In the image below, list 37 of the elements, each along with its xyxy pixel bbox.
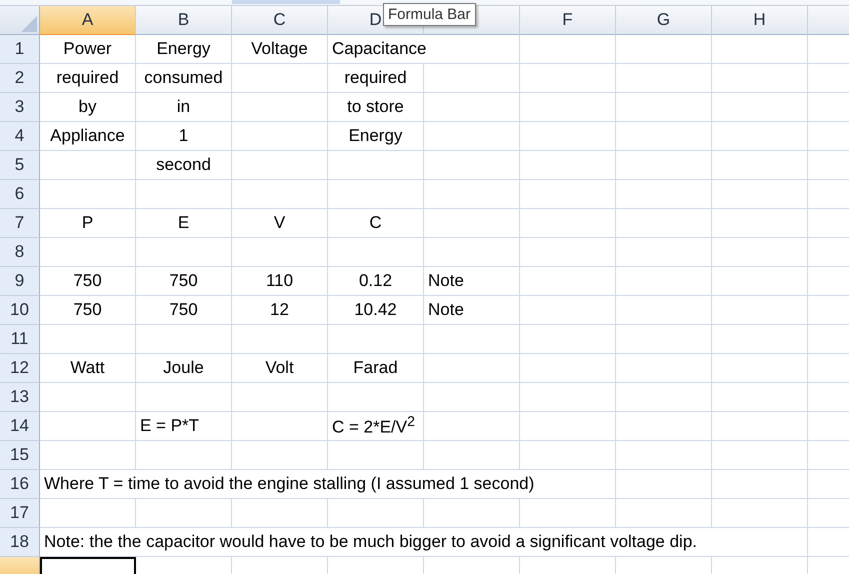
table-cell: consumed xyxy=(136,64,232,93)
table-cell: E xyxy=(136,209,232,238)
table-cell: V xyxy=(232,209,328,238)
table-cell: 110 xyxy=(232,267,328,296)
table-cell: Watt xyxy=(40,354,136,383)
table-cell: Appliance xyxy=(40,122,136,151)
table-cell: Joule xyxy=(136,354,232,383)
table-cell: required xyxy=(40,64,136,93)
table-cell: 10.42 xyxy=(328,296,424,325)
table-cell: Where T = time to avoid the engine stalling (I assumed 1 second) xyxy=(40,470,616,499)
table-cell: second xyxy=(136,151,232,180)
table-cell: E = P*T xyxy=(136,412,232,441)
table-cell: Power xyxy=(40,35,136,64)
table-cell: Note xyxy=(424,267,520,296)
table-cell: Capacitance xyxy=(328,35,520,64)
tooltip: Formula Bar xyxy=(383,3,476,26)
table-cell: 750 xyxy=(40,296,136,325)
table-cell: Energy xyxy=(136,35,232,64)
table-cell: Note: the the capacitor would have to be much bigger to avoid a significant voltage dip. xyxy=(40,528,808,557)
table-cell: to store xyxy=(328,93,424,122)
table-cell: in xyxy=(136,93,232,122)
table-cell: Voltage xyxy=(232,35,328,64)
table-cell: Volt xyxy=(232,354,328,383)
table-cell: C xyxy=(328,209,424,238)
table-cell: 12 xyxy=(232,296,328,325)
table-cell: Energy xyxy=(328,122,424,151)
table-cell: P xyxy=(40,209,136,238)
table-cell: Farad xyxy=(328,354,424,383)
table-cell: 750 xyxy=(40,267,136,296)
table-cell: 750 xyxy=(136,296,232,325)
table-cell: 0.12 xyxy=(328,267,424,296)
table-cell: C = 2*E/V$^{2}$ xyxy=(328,412,424,441)
table-cell: Note xyxy=(424,296,520,325)
table-cell: 1 xyxy=(136,122,232,151)
table-cell: required xyxy=(328,64,424,93)
table-cell: 750 xyxy=(136,267,232,296)
table-cell: by xyxy=(40,93,136,122)
